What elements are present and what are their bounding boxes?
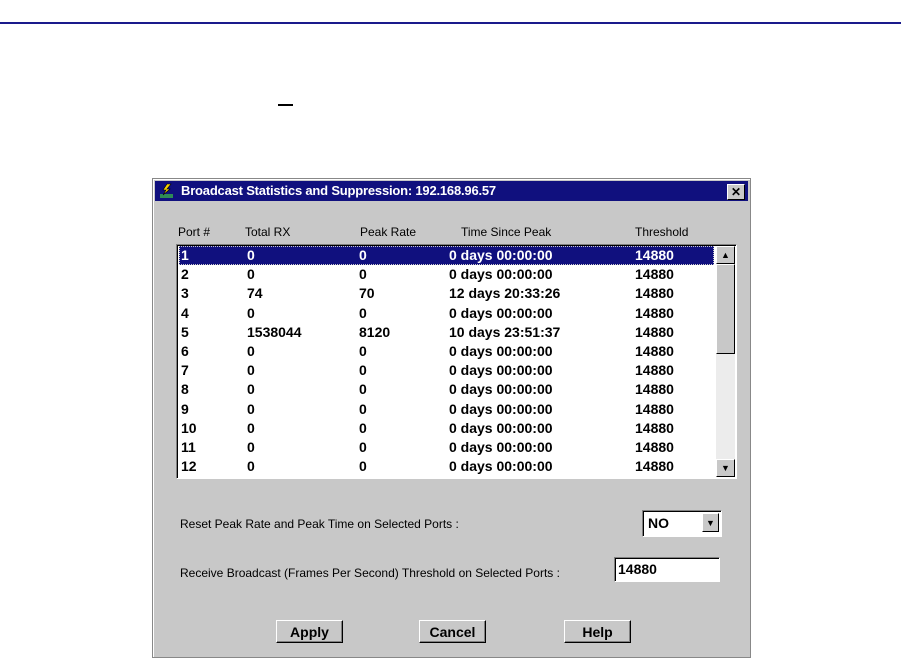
threshold-cell: 14880 [635,381,674,398]
port-cell: 4 [181,304,189,321]
table-row[interactable]: 1 0 0 0 days 00:00:00 14880 [179,246,714,265]
title-bar[interactable]: Broadcast Statistics and Suppression: 19… [155,181,748,201]
total-rx-cell: 0 [247,381,255,398]
peak-rate-cell: 0 [359,439,367,455]
threshold-cell: 14880 [635,400,674,417]
table-row[interactable]: 7 0 0 0 days 00:00:00 14880 [179,361,714,380]
app-icon [160,183,173,198]
threshold-input[interactable]: 14880 [614,557,720,582]
total-rx-cell: 0 [247,439,255,455]
threshold-cell: 14880 [635,323,674,340]
total-rx-cell: 0 [247,343,255,359]
time-since-peak-cell: 0 days 00:00:00 [449,266,553,283]
header-peak-rate: Peak Rate [360,225,417,239]
time-since-peak-cell: 0 days 00:00:00 [449,400,553,417]
dialog-title: Broadcast Statistics and Suppression: 19… [181,183,496,198]
table-row[interactable]: 4 0 0 0 days 00:00:00 14880 [179,304,714,323]
threshold-cell: 14880 [635,266,674,283]
peak-rate-cell: 0 [359,362,367,379]
port-cell: 8 [181,381,189,398]
threshold-cell: 14880 [635,419,674,436]
time-since-peak-cell: 0 days 00:00:00 [449,419,553,436]
port-cell: 5 [181,323,189,340]
threshold-cell: 14880 [635,247,674,263]
port-cell: 9 [181,400,189,417]
page-rule [0,22,901,24]
peak-rate-cell: 70 [359,285,375,302]
total-rx-cell: 1538044 [247,323,302,340]
peak-rate-cell: 0 [359,343,367,359]
time-since-peak-cell: 12 days 20:33:26 [449,285,561,302]
port-cell: 1 [181,247,189,263]
time-since-peak-cell: 0 days 00:00:00 [449,439,553,455]
table-row[interactable]: 2 0 0 0 days 00:00:00 14880 [179,265,714,284]
table-row[interactable]: 6 0 0 0 days 00:00:00 14880 [179,342,714,361]
table-row[interactable]: 5 1538044 8120 10 days 23:51:37 14880 [179,323,714,342]
port-cell: 3 [181,285,189,302]
total-rx-cell: 0 [247,247,255,263]
peak-rate-cell: 0 [359,419,367,436]
table-row[interactable]: 11 0 0 0 days 00:00:00 14880 [179,438,714,457]
reset-select[interactable]: NO ▼ [642,510,722,537]
time-since-peak-cell: 0 days 00:00:00 [449,247,553,263]
broadcast-statistics-dialog: Broadcast Statistics and Suppression: 19… [152,178,751,658]
close-button[interactable]: ✕ [727,184,745,200]
port-cell: 12 [181,458,197,475]
threshold-label: Receive Broadcast (Frames Per Second) Th… [180,566,560,580]
threshold-cell: 14880 [635,343,674,359]
time-since-peak-cell: 0 days 00:00:00 [449,343,553,359]
total-rx-cell: 0 [247,362,255,379]
port-cell: 11 [181,439,196,455]
time-since-peak-cell: 10 days 23:51:37 [449,323,561,340]
reset-value: NO [648,515,669,531]
peak-rate-cell: 0 [359,304,367,321]
total-rx-cell: 0 [247,419,255,436]
underline-mark [278,104,293,106]
total-rx-cell: 0 [247,400,255,417]
scroll-thumb[interactable] [716,264,735,354]
header-total-rx: Total RX [245,225,291,239]
time-since-peak-cell: 0 days 00:00:00 [449,458,553,475]
peak-rate-cell: 0 [359,247,367,263]
port-cell: 2 [181,266,189,283]
table-row[interactable]: 9 0 0 0 days 00:00:00 14880 [179,400,714,419]
time-since-peak-cell: 0 days 00:00:00 [449,304,553,321]
time-since-peak-cell: 0 days 00:00:00 [449,362,553,379]
threshold-cell: 14880 [635,362,674,379]
threshold-cell: 14880 [635,285,674,302]
table-row[interactable]: 3 74 70 12 days 20:33:26 14880 [179,284,714,303]
scroll-up-icon[interactable]: ▲ [716,246,735,264]
port-list[interactable]: 12 0 0 0 days 00:00:00 14880 11 0 0 0 days 00:00… [176,244,737,479]
peak-rate-cell: 0 [359,458,367,475]
time-since-peak-cell: 0 days 00:00:00 [449,381,553,398]
apply-button[interactable]: Apply [276,620,343,643]
header-port: Port # [178,225,211,239]
table-row[interactable]: 12 0 0 0 days 00:00:00 14880 [179,457,714,476]
port-cell: 10 [181,419,197,436]
threshold-cell: 14880 [635,439,674,455]
peak-rate-cell: 0 [359,381,367,398]
port-cell: 6 [181,343,189,359]
peak-rate-cell: 8120 [359,323,391,340]
total-rx-cell: 0 [247,304,255,321]
total-rx-cell: 0 [247,458,255,475]
peak-rate-cell: 0 [359,266,367,283]
scrollbar[interactable]: ▲ ▼ [716,246,735,477]
reset-label: Reset Peak Rate and Peak Time on Selecte… [180,517,459,531]
help-button[interactable]: Help [564,620,631,643]
peak-rate-cell: 0 [359,400,367,417]
scroll-down-icon[interactable]: ▼ [716,459,735,477]
total-rx-cell: 74 [247,285,263,302]
header-threshold: Threshold [635,225,689,239]
threshold-cell: 14880 [635,458,674,475]
total-rx-cell: 0 [247,266,255,283]
table-row[interactable]: 8 0 0 0 days 00:00:00 14880 [179,380,714,399]
cancel-button[interactable]: Cancel [419,620,486,643]
port-cell: 7 [181,362,189,379]
header-time-since-peak: Time Since Peak [461,225,552,239]
chevron-down-icon[interactable]: ▼ [702,513,719,532]
table-row[interactable]: 10 0 0 0 days 00:00:00 14880 [179,419,714,438]
threshold-cell: 14880 [635,304,674,321]
